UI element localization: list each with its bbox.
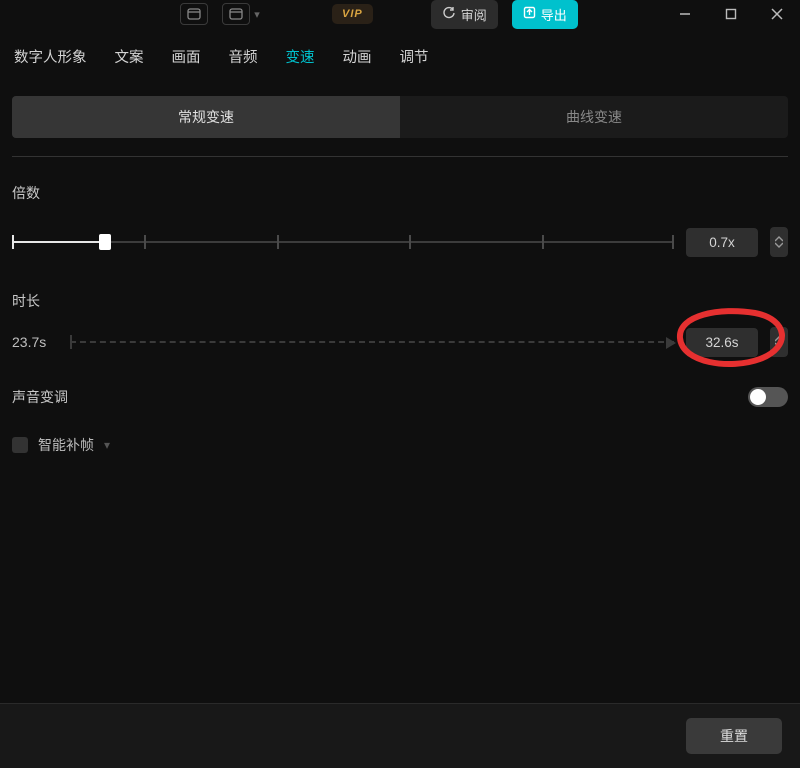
tab-avatar[interactable]: 数字人形象 xyxy=(14,46,87,67)
multiplier-value-field[interactable]: 0.7x xyxy=(686,228,758,257)
pitch-label: 声音变调 xyxy=(12,387,68,407)
tab-audio[interactable]: 音频 xyxy=(229,46,258,67)
chevron-down-icon[interactable]: ▾ xyxy=(104,438,110,452)
export-label: 导出 xyxy=(541,5,567,24)
window-close[interactable] xyxy=(754,0,800,28)
tab-copy[interactable]: 文案 xyxy=(115,46,144,67)
duration-label: 时长 xyxy=(12,291,788,311)
smart-frame-label: 智能补帧 xyxy=(38,435,94,455)
slider-thumb[interactable] xyxy=(99,234,111,250)
smart-frame-checkbox[interactable] xyxy=(12,437,28,453)
multiplier-slider[interactable] xyxy=(12,232,674,252)
segment-curve-speed[interactable]: 曲线变速 xyxy=(400,96,788,138)
toolbar-dropdown-arrow[interactable]: ▾ xyxy=(250,3,264,25)
multiplier-stepper[interactable] xyxy=(770,227,788,257)
review-label: 审阅 xyxy=(461,5,487,24)
tab-adjust[interactable]: 调节 xyxy=(400,46,429,67)
duration-stepper[interactable] xyxy=(770,327,788,357)
chevron-down-icon xyxy=(775,342,783,348)
toolbar-icon-2[interactable] xyxy=(222,3,250,25)
duration-target-field[interactable]: 32.6s xyxy=(686,328,758,357)
pitch-toggle[interactable] xyxy=(748,387,788,407)
tab-picture[interactable]: 画面 xyxy=(172,46,201,67)
speed-mode-segment: 常规变速 曲线变速 xyxy=(12,96,788,138)
export-button[interactable]: 导出 xyxy=(512,0,578,29)
review-button[interactable]: 审阅 xyxy=(431,0,498,29)
duration-source-value: 23.7s xyxy=(12,334,58,350)
tab-speed[interactable]: 变速 xyxy=(286,46,315,67)
segment-normal-speed[interactable]: 常规变速 xyxy=(12,96,400,138)
window-maximize[interactable] xyxy=(708,0,754,28)
toolbar-icon-1[interactable] xyxy=(180,3,208,25)
divider xyxy=(12,156,788,157)
refresh-icon xyxy=(442,6,456,23)
arrow-right-icon xyxy=(666,336,676,354)
vip-badge[interactable]: VIP xyxy=(332,4,373,24)
multiplier-label: 倍数 xyxy=(12,183,788,203)
reset-button[interactable]: 重置 xyxy=(686,718,782,754)
chevron-down-icon xyxy=(775,242,783,248)
duration-track xyxy=(70,335,674,349)
window-minimize[interactable] xyxy=(662,0,708,28)
footer: 重置 xyxy=(0,703,800,768)
tab-anim[interactable]: 动画 xyxy=(343,46,372,67)
export-icon xyxy=(523,6,536,22)
property-tabs: 数字人形象 文案 画面 音频 变速 动画 调节 xyxy=(0,28,800,82)
